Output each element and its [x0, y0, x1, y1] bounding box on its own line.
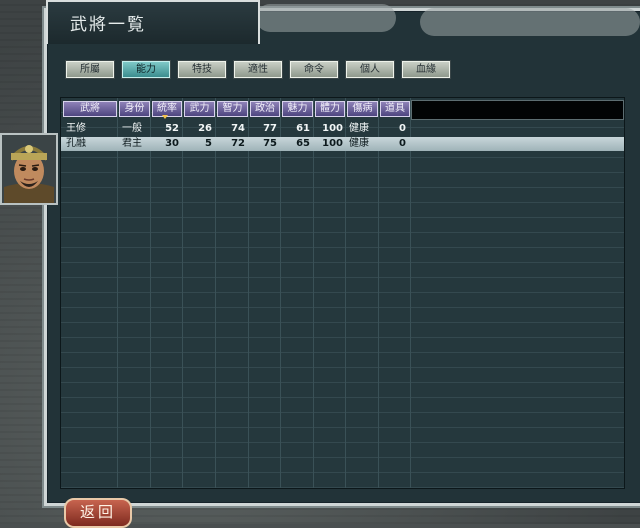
header-war[interactable]: 武力	[184, 101, 215, 117]
table-row-selected[interactable]: 孔融 君主 30 5 72 75 65 100 健康 0	[61, 137, 624, 151]
officer-portrait	[0, 133, 58, 205]
status-injury: 健康	[349, 123, 369, 134]
header-blank	[411, 100, 624, 120]
stat-intelligence: 72	[231, 138, 245, 149]
stat-intelligence: 74	[231, 123, 245, 134]
item-count: 0	[399, 123, 406, 134]
officer-name: 王修	[66, 123, 86, 134]
tab-affiliation[interactable]: 所屬	[66, 61, 114, 78]
officer-table: 武將 身份 統率 武力 智力 政治 魅力 體力 傷病 道具 王修 一般 52 2…	[60, 97, 625, 489]
officer-rank: 一般	[122, 123, 142, 134]
tab-skills[interactable]: 特技	[178, 61, 226, 78]
tab-aptitude[interactable]: 適性	[234, 61, 282, 78]
header-items[interactable]: 道具	[380, 101, 410, 117]
header-stamina[interactable]: 體力	[315, 101, 345, 117]
header-intelligence[interactable]: 智力	[217, 101, 248, 117]
cloud-decoration	[420, 8, 640, 36]
officer-rank: 君主	[122, 138, 142, 149]
portrait-face-icon	[2, 135, 56, 203]
stat-stamina: 100	[322, 123, 343, 134]
stat-war: 26	[198, 123, 212, 134]
stat-charisma: 61	[296, 123, 310, 134]
tab-orders[interactable]: 命令	[290, 61, 338, 78]
header-injury[interactable]: 傷病	[347, 101, 378, 117]
stat-politics: 77	[263, 123, 277, 134]
table-row[interactable]: 王修 一般 52 26 74 77 61 100 健康 0	[61, 122, 624, 136]
status-injury: 健康	[349, 138, 369, 149]
tab-bloodline[interactable]: 血緣	[402, 61, 450, 78]
header-officer[interactable]: 武將	[63, 101, 117, 117]
item-count: 0	[399, 138, 406, 149]
table-header: 武將 身份 統率 武力 智力 政治 魅力 體力 傷病 道具	[61, 98, 624, 120]
tab-personal[interactable]: 個人	[346, 61, 394, 78]
sort-indicator-icon	[162, 115, 168, 119]
header-charisma[interactable]: 魅力	[282, 101, 313, 117]
table-grid	[61, 98, 624, 488]
header-politics[interactable]: 政治	[250, 101, 280, 117]
officer-name: 孔融	[66, 138, 86, 149]
stat-war: 5	[205, 138, 212, 149]
window-title: 武將一覧	[70, 15, 146, 35]
header-rank[interactable]: 身份	[119, 101, 150, 117]
stat-politics: 75	[263, 138, 277, 149]
tab-ability[interactable]: 能力	[122, 61, 170, 78]
stat-leadership: 30	[165, 138, 179, 149]
cloud-decoration	[256, 4, 396, 32]
stat-leadership: 52	[165, 123, 179, 134]
stat-stamina: 100	[322, 138, 343, 149]
stat-charisma: 65	[296, 138, 310, 149]
